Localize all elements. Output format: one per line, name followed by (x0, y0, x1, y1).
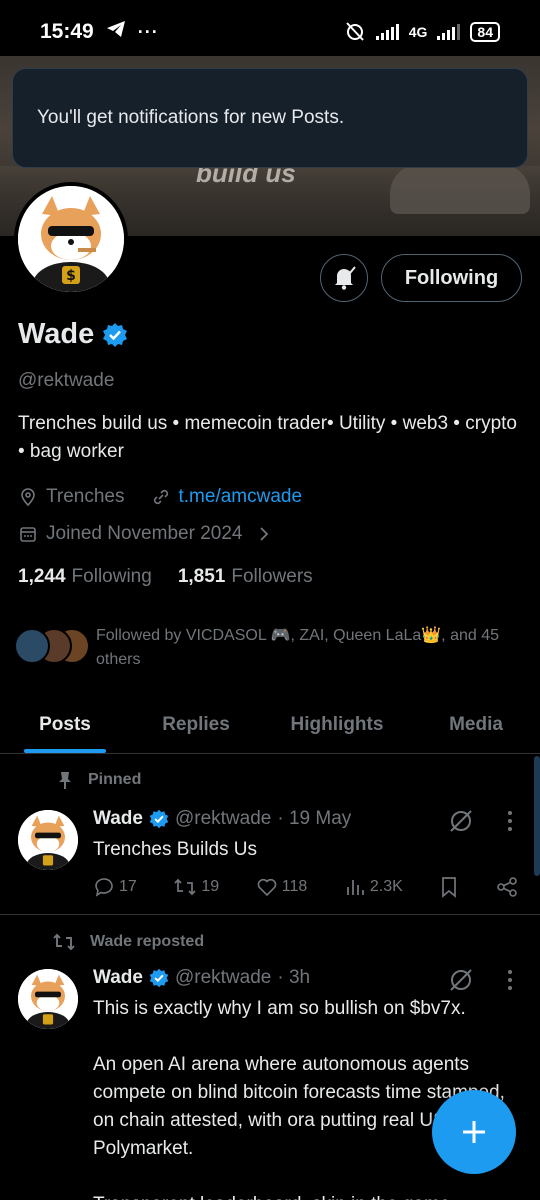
svg-text:$: $ (66, 268, 76, 284)
followers-count-link[interactable]: 1,851 Followers (178, 566, 313, 588)
tab-posts[interactable]: Posts (0, 696, 130, 753)
signal-icon (375, 24, 399, 40)
banner-car (390, 164, 530, 214)
compose-post-button[interactable] (432, 1090, 516, 1174)
tab-media[interactable]: Media (412, 696, 540, 753)
post-text: Trenches Builds Us (93, 839, 258, 860)
bookmark-icon (442, 877, 457, 898)
signal-icon-2 (437, 24, 461, 40)
following-count-link[interactable]: 1,244 Following (18, 566, 152, 588)
grok-icon[interactable] (448, 967, 474, 993)
post-header: Wade @rektwade · 19 May (93, 808, 351, 830)
profile-name: Wade (18, 318, 95, 350)
tab-highlights[interactable]: Highlights (262, 696, 412, 753)
post-author-name[interactable]: Wade (93, 808, 143, 830)
more-notifications-icon: ··· (137, 21, 159, 42)
post-actions: 17 19 118 2.3K (93, 876, 518, 898)
profile-bio: Trenches build us • memecoin trader• Uti… (18, 413, 517, 462)
followed-by-text: Followed by VICDASOL 🎮, ZAI, Queen LaLa👑… (96, 627, 500, 668)
shiba-avatar-icon (18, 969, 78, 1029)
repost-count: 19 (201, 878, 220, 895)
share-icon (497, 877, 517, 897)
battery-level: 84 (477, 24, 493, 40)
verified-badge-icon[interactable] (102, 322, 128, 348)
shiba-avatar-icon (18, 810, 78, 870)
telegram-icon (106, 20, 126, 44)
profile-location: Trenches (46, 486, 125, 507)
more-options-icon[interactable] (506, 810, 514, 832)
repost-button[interactable]: 19 (173, 876, 219, 898)
alarm-off-icon (344, 20, 366, 45)
calendar-icon (20, 527, 36, 542)
link-icon (153, 489, 168, 505)
bell-check-icon (335, 266, 356, 290)
battery-icon: 84 (470, 22, 500, 42)
post-time: · 19 May (277, 808, 352, 829)
reply-icon (95, 878, 113, 897)
clock: 15:49 (40, 20, 94, 43)
grok-icon[interactable] (448, 808, 474, 834)
pinned-label: Pinned (88, 771, 142, 788)
profile-joined: Joined November 2024 (46, 523, 243, 544)
profile-avatar[interactable]: $ (14, 182, 128, 296)
pinned-context: Pinned (56, 770, 141, 790)
bookmark-button[interactable] (439, 876, 459, 898)
repost-icon (53, 933, 75, 951)
status-bar: 15:49 ··· 4G 84 (0, 0, 540, 64)
tab-replies[interactable]: Replies (130, 696, 262, 753)
post-author-handle: @rektwade (174, 808, 272, 829)
following-count: 1,244 (18, 566, 66, 587)
views-button[interactable]: 2.3K (344, 876, 403, 898)
following-label: Following (71, 566, 152, 587)
profile-handle: @rektwade (18, 370, 115, 391)
views-icon (346, 880, 364, 895)
repost-icon (174, 878, 196, 896)
post-author-avatar[interactable] (18, 810, 78, 870)
like-button[interactable]: 118 (256, 876, 308, 898)
post-time: · 3h (277, 967, 311, 988)
profile-tabs: Posts Replies Highlights Media (0, 696, 540, 754)
followers-count: 1,851 (177, 566, 226, 587)
pin-icon (59, 772, 71, 789)
location-icon (21, 488, 35, 507)
reply-button[interactable]: 17 (93, 876, 137, 898)
verified-badge-icon (149, 809, 169, 829)
heart-icon (257, 878, 277, 897)
plus-icon (463, 1121, 485, 1143)
post-header: Wade @rektwade · 3h (93, 967, 310, 989)
views-count: 2.3K (369, 878, 403, 895)
toast-message: You'll get notifications for new Posts. (37, 107, 345, 128)
share-button[interactable] (496, 876, 518, 898)
notifications-bell-button[interactable] (320, 254, 368, 302)
more-options-icon[interactable] (506, 969, 514, 991)
verified-badge-icon (149, 968, 169, 988)
chevron-right-icon (260, 527, 269, 541)
following-button[interactable]: Following (381, 254, 522, 302)
repost-context: Wade reposted (52, 931, 204, 953)
reposted-label: Wade reposted (90, 933, 205, 950)
post-pinned[interactable]: Pinned Wade @rektwade · 19 May Trenches … (0, 754, 540, 914)
post-author-name[interactable]: Wade (93, 967, 143, 989)
joined-row[interactable]: Joined November 2024 (18, 523, 272, 545)
profile-meta-row: Trenches t.me/amcwade (18, 486, 302, 508)
followers-label: Followers (231, 566, 313, 587)
shiba-avatar-icon: $ (18, 186, 124, 292)
like-count: 118 (281, 878, 308, 895)
network-type: 4G (408, 24, 428, 40)
followed-by-row[interactable]: Followed by VICDASOL 🎮, ZAI, Queen LaLa👑… (14, 624, 524, 672)
reply-count: 17 (119, 878, 137, 895)
post-author-handle: @rektwade (174, 967, 272, 988)
followed-by-avatars (14, 624, 90, 664)
notification-toast: You'll get notifications for new Posts. (12, 68, 528, 168)
post-author-avatar[interactable] (18, 969, 78, 1029)
follow-counts: 1,244 Following 1,851 Followers (18, 566, 313, 588)
profile-link[interactable]: t.me/amcwade (179, 486, 303, 508)
